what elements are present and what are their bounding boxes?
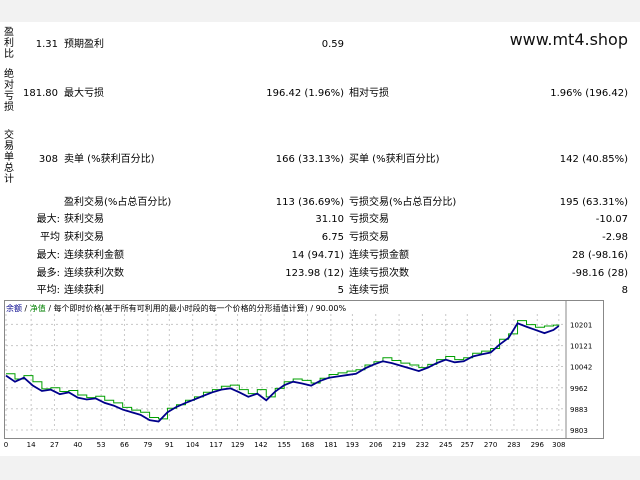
stats-prefix: 平均 <box>40 232 60 243</box>
x-tick-label: 66 <box>120 441 129 449</box>
maximal-drawdown-label: 最大亏损 <box>64 88 104 99</box>
section-label-absolute-drawdown: 绝对亏损 <box>4 69 16 113</box>
maximal-consecutive-profit-value: 123.98 (12) <box>285 268 344 279</box>
legend-equity: 净值 <box>29 304 46 313</box>
profit-trades-value: 113 (36.69%) <box>275 197 344 208</box>
x-tick-label: 14 <box>27 441 36 449</box>
x-tick-label: 142 <box>254 441 267 449</box>
legend-separator: / <box>22 304 30 313</box>
stats-prefix: 平均: <box>36 285 60 296</box>
largest-profit-value: 31.10 <box>315 214 344 225</box>
x-tick-label: 104 <box>186 441 200 449</box>
long-positions-label: 买单 (%获利百分比) <box>349 154 440 165</box>
relative-drawdown-label: 相对亏损 <box>349 88 389 99</box>
x-tick-label: 245 <box>439 441 452 449</box>
section-label-text: 交易单总计 <box>4 130 14 185</box>
max-consecutive-wins-value: 14 (94.71) <box>291 250 344 261</box>
largest-loss-value: -10.07 <box>595 214 628 225</box>
average-consecutive-wins-label: 连续获利 <box>64 285 104 296</box>
watermark: www.mt4.shop <box>509 30 628 49</box>
expected-payoff-value: 0.59 <box>321 39 344 50</box>
max-consecutive-wins-label: 连续获利金额 <box>64 250 124 261</box>
average-profit-label: 获利交易 <box>64 232 104 243</box>
stats-prefix: 最多: <box>36 268 60 279</box>
section-label-text: 盈利比 <box>4 27 14 60</box>
x-tick-label: 296 <box>531 441 545 449</box>
balance-chart: 10201 10121 10042 9962 9883 9803 0 14 27 40 53 66 79… <box>4 300 604 449</box>
average-loss-label: 亏损交易 <box>349 232 389 243</box>
long-positions-value: 142 (40.85%) <box>559 154 628 165</box>
profit-factor-value: 1.31 <box>35 39 58 50</box>
average-profit-value: 6.75 <box>321 232 344 243</box>
maximal-consecutive-loss-label: 连续亏损次数 <box>349 268 409 279</box>
legend-balance: 余额 <box>6 304 22 313</box>
x-tick-label: 168 <box>301 441 314 449</box>
y-tick-label: 10201 <box>570 321 592 329</box>
legend-description: 每个即时价格(基于所有可利用的最小时段的每一个价格的分形插值计算) / 90.0… <box>53 304 347 313</box>
expected-payoff-label: 预期盈利 <box>64 39 104 50</box>
maximal-drawdown-value: 196.42 (1.96%) <box>266 88 344 99</box>
x-tick-label: 181 <box>324 441 337 449</box>
x-tick-label: 308 <box>552 441 565 449</box>
y-tick-label: 10042 <box>570 364 592 372</box>
section-label-text: 绝对亏损 <box>4 69 14 113</box>
legend-separator: / <box>45 304 54 313</box>
section-label-total-trades: 交易单总计 <box>4 130 16 185</box>
average-loss-value: -2.98 <box>602 232 628 243</box>
maximal-consecutive-profit-label: 连续获利次数 <box>64 268 124 279</box>
y-tick-label: 9962 <box>570 385 588 393</box>
max-consecutive-losses-value: 28 (-98.16) <box>572 250 628 261</box>
maximal-consecutive-loss-value: -98.16 (28) <box>572 268 628 279</box>
x-tick-label: 117 <box>209 441 222 449</box>
largest-profit-label: 获利交易 <box>64 214 104 225</box>
average-consecutive-losses-value: 8 <box>621 285 628 296</box>
short-positions-label: 卖单 (%获利百分比) <box>64 154 155 165</box>
profit-trades-label: 盈利交易(%占总百分比) <box>64 197 172 208</box>
chart-legend: 余额 / 净值 / 每个即时价格(基于所有可利用的最小时段的每一个价格的分形插值… <box>6 303 346 314</box>
absolute-drawdown-value: 181.80 <box>23 88 58 99</box>
x-tick-label: 53 <box>97 441 106 449</box>
y-tick-label: 9803 <box>570 427 588 435</box>
largest-loss-label: 亏损交易 <box>349 214 389 225</box>
x-tick-label: 79 <box>143 441 152 449</box>
x-tick-label: 91 <box>165 441 174 449</box>
loss-trades-label: 亏损交易(%占总百分比) <box>349 197 457 208</box>
x-tick-label: 40 <box>73 441 82 449</box>
x-tick-label: 193 <box>346 441 359 449</box>
x-tick-label: 0 <box>4 441 8 449</box>
relative-drawdown-value: 1.96% (196.42) <box>550 88 628 99</box>
max-consecutive-losses-label: 连续亏损金额 <box>349 250 409 261</box>
x-tick-label: 155 <box>278 441 291 449</box>
y-tick-label: 9883 <box>570 406 588 414</box>
x-tick-label: 129 <box>231 441 244 449</box>
x-tick-label: 283 <box>507 441 520 449</box>
short-positions-value: 166 (33.13%) <box>275 154 344 165</box>
stats-prefix: 最大: <box>36 214 60 225</box>
x-tick-label: 270 <box>484 441 497 449</box>
x-tick-label: 27 <box>50 441 59 449</box>
section-label-profit-factor: 盈利比 <box>4 27 16 60</box>
x-tick-label: 257 <box>461 441 474 449</box>
average-consecutive-losses-label: 连续亏损 <box>349 285 389 296</box>
x-tick-label: 206 <box>369 441 383 449</box>
bottom-bar <box>0 456 640 480</box>
stats-prefix: 最大: <box>36 250 60 261</box>
average-consecutive-wins-value: 5 <box>337 285 344 296</box>
x-tick-label: 219 <box>392 441 405 449</box>
total-trades-value: 308 <box>38 154 58 165</box>
loss-trades-value: 195 (63.31%) <box>559 197 628 208</box>
y-tick-label: 10121 <box>570 343 592 351</box>
x-tick-label: 232 <box>416 441 429 449</box>
top-bar <box>0 0 640 22</box>
